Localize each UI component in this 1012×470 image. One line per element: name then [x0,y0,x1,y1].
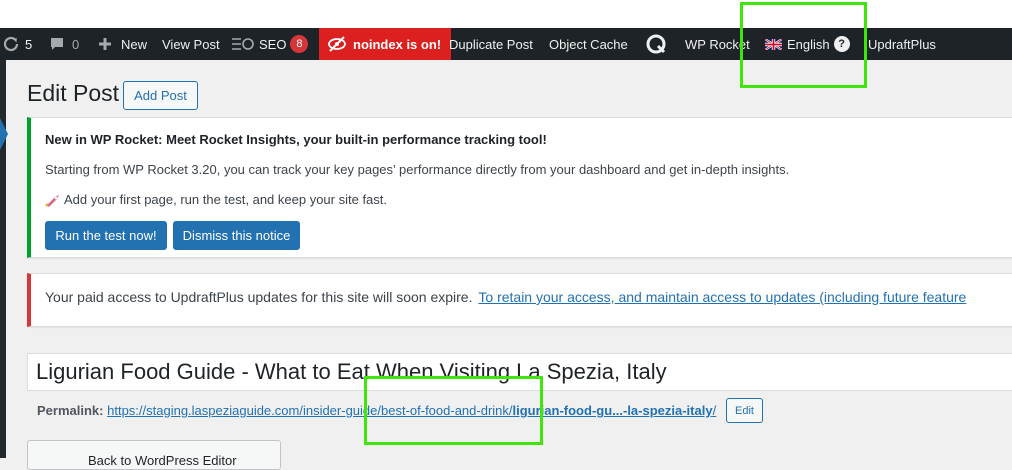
comments-count: 0 [72,36,80,52]
switch-editor-button[interactable]: Back to WordPress Editor [27,440,281,470]
eye-slash-icon [328,36,346,52]
duplicate-post-item[interactable]: Duplicate Post [449,28,533,60]
edit-slug-button[interactable]: Edit [726,398,763,423]
wp-rocket-notice: New in WP Rocket: Meet Rocket Insights, … [27,117,1012,258]
add-post-button[interactable]: Add Post [123,81,198,110]
current-menu-indicator [0,118,8,150]
comments-item[interactable]: 0 [49,28,79,60]
run-test-button[interactable]: Run the test now! [45,221,167,250]
updraft-expiry-text: Your paid access to UpdraftPlus updates … [45,289,473,305]
notice-cta: Add your first page, run the test, and k… [45,192,387,207]
highlight-box-language [740,2,867,88]
updraftplus-item[interactable]: UpdraftPlus [868,28,936,60]
query-monitor-icon [646,34,666,54]
object-cache-item[interactable]: Object Cache [549,28,628,60]
updraft-renew-link[interactable]: To retain your access, and maintain acce… [478,289,966,305]
comment-icon [51,38,63,50]
noindex-warning[interactable]: noindex is on! [319,28,452,60]
new-content-item[interactable]: New [98,28,147,60]
highlight-box-permalink [364,376,543,445]
updates-item[interactable]: 5 [2,28,32,60]
seo-badge: 8 [290,35,309,53]
page-title: Edit Post [27,80,120,106]
notice-heading: New in WP Rocket: Meet Rocket Insights, … [45,132,547,147]
permalink-label: Permalink: [37,403,104,418]
seo-label: SEO [259,36,287,52]
query-monitor-item[interactable] [645,28,667,60]
new-label: New [121,36,148,52]
refresh-icon [3,36,19,52]
notice-body: Starting from WP Rocket 3.20, you can tr… [45,162,790,177]
dismiss-notice-button[interactable]: Dismiss this notice [173,221,300,250]
seo-icon [232,38,254,50]
rocket-icon [45,194,59,207]
notice-cta-text: Add your first page, run the test, and k… [64,192,388,207]
plus-icon [99,38,111,50]
noindex-label: noindex is on! [353,36,442,52]
permalink-end: / [712,403,717,418]
updates-count: 5 [25,36,33,52]
updraft-notice-text: Your paid access to UpdraftPlus updates … [45,289,966,305]
view-post-item[interactable]: View Post [162,28,220,60]
updraftplus-notice: Your paid access to UpdraftPlus updates … [27,273,1012,327]
seo-item[interactable]: SEO 8 [231,28,309,60]
